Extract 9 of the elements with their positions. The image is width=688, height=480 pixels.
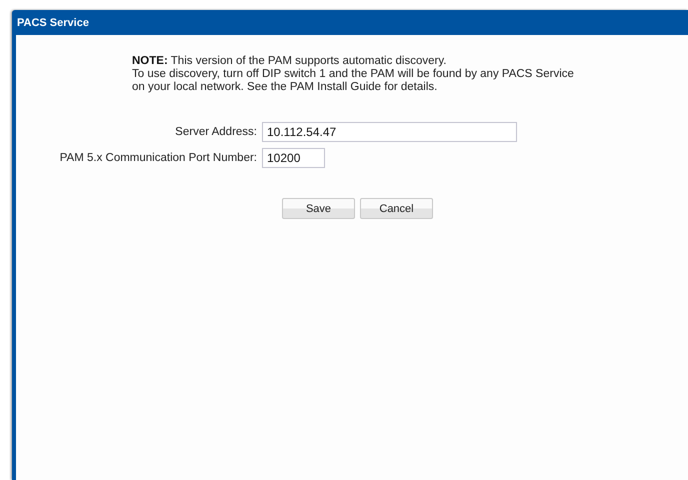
field-label: PAM 5.x Communication Port Number: [60, 152, 257, 164]
input-field[interactable]: 10200 [262, 148, 325, 168]
note-text: To use discovery, turn off DIP switch 1 and the PAM will be found by any PACS Service on your local network. See the PAM Install Guide for details. [132, 68, 575, 94]
dialog-button[interactable]: Save [282, 198, 355, 219]
window-title: PACS Service [17, 16, 89, 28]
dialog-button[interactable]: Cancel [360, 198, 433, 219]
input-field[interactable]: 10.112.54.47 [262, 122, 517, 142]
note-text: NOTE: This version of the PAM supports automatic discovery. [132, 55, 448, 68]
field-label: Server Address: [175, 126, 257, 138]
